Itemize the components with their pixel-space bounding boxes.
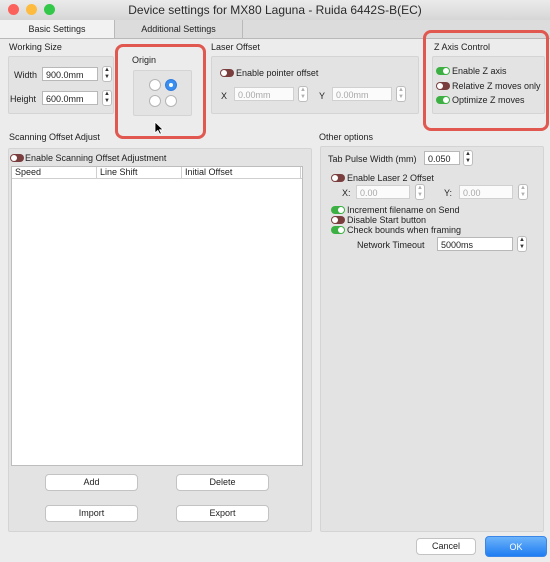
increment-filename-toggle[interactable] (331, 206, 345, 214)
table-header: Speed Line Shift Initial Offset (12, 167, 302, 179)
width-label: Width (14, 70, 38, 80)
other-options-panel (320, 146, 544, 532)
relative-z-label: Relative Z moves only (452, 81, 541, 91)
laser2-x-label: X: (342, 188, 351, 198)
network-timeout-label: Network Timeout (357, 240, 425, 250)
add-button[interactable]: Add (45, 474, 138, 491)
check-bounds-toggle[interactable] (331, 226, 345, 234)
offset-x-field[interactable]: 0.00mm (234, 87, 294, 101)
window-title: Device settings for MX80 Laguna - Ruida … (128, 3, 422, 17)
initial-offset-column-header[interactable]: Initial Offset (182, 167, 301, 178)
optimize-z-label: Optimize Z moves (452, 95, 525, 105)
tab-additional-settings[interactable]: Additional Settings (115, 20, 243, 38)
delete-button[interactable]: Delete (176, 474, 269, 491)
scanning-offset-toggle[interactable] (10, 154, 24, 162)
width-stepper[interactable]: ▲ ▼ (102, 66, 112, 82)
line-shift-column-header[interactable]: Line Shift (97, 167, 182, 178)
laser2-y-stepper[interactable]: ▲ ▼ (518, 184, 528, 200)
laser2-y-field[interactable]: 0.00 (459, 185, 513, 199)
enable-z-axis-toggle[interactable] (436, 67, 450, 75)
laser2-offset-label: Enable Laser 2 Offset (347, 173, 434, 183)
optimize-z-toggle[interactable] (436, 96, 450, 104)
laser-offset-title: Laser Offset (211, 42, 260, 52)
height-label: Height (10, 94, 37, 104)
height-stepper[interactable]: ▲ ▼ (102, 90, 112, 106)
offset-y-field[interactable]: 0.00mm (332, 87, 392, 101)
network-timeout-field[interactable]: 5000ms (437, 237, 513, 251)
origin-top-left-radio[interactable] (149, 79, 161, 91)
origin-title: Origin (132, 55, 157, 65)
relative-z-toggle[interactable] (436, 82, 450, 90)
speed-column-header[interactable]: Speed (12, 167, 97, 178)
scanning-title: Scanning Offset Adjust (9, 132, 100, 142)
height-field[interactable]: 600.0mm (42, 91, 98, 105)
laser2-offset-toggle[interactable] (331, 174, 345, 182)
pointer-offset-label: Enable pointer offset (236, 68, 319, 78)
offset-y-label: Y (319, 91, 326, 101)
import-button[interactable]: Import (45, 505, 138, 522)
offset-y-stepper[interactable]: ▲ ▼ (396, 86, 406, 102)
tab-pulse-field[interactable]: 0.050 (424, 151, 460, 165)
laser2-y-label: Y: (444, 188, 453, 198)
origin-top-right-radio[interactable] (165, 79, 177, 91)
offset-x-label: X (221, 91, 228, 101)
title-bar: Device settings for MX80 Laguna - Ruida … (0, 0, 550, 21)
width-field[interactable]: 900.0mm (42, 67, 98, 81)
disable-start-label: Disable Start button (347, 215, 427, 225)
laser2-x-stepper[interactable]: ▲ ▼ (415, 184, 425, 200)
other-options-title: Other options (319, 132, 374, 142)
increment-filename-label: Increment filename on Send (347, 205, 460, 215)
offset-x-stepper[interactable]: ▲ ▼ (298, 86, 308, 102)
z-axis-title: Z Axis Control (434, 42, 491, 52)
laser-offset-panel (211, 56, 419, 114)
disable-start-toggle[interactable] (331, 216, 345, 224)
working-size-title: Working Size (9, 42, 62, 52)
origin-panel (133, 70, 192, 116)
check-bounds-label: Check bounds when framing (347, 225, 462, 235)
pointer-offset-toggle[interactable] (220, 69, 234, 77)
origin-bottom-left-radio[interactable] (149, 95, 161, 107)
laser2-x-field[interactable]: 0.00 (356, 185, 410, 199)
export-button[interactable]: Export (176, 505, 269, 522)
ok-button[interactable]: OK (485, 536, 547, 557)
mouse-cursor-icon (154, 121, 164, 135)
tab-basic-settings[interactable]: Basic Settings (0, 20, 115, 38)
network-timeout-stepper[interactable]: ▲ ▼ (517, 236, 527, 252)
origin-bottom-right-radio[interactable] (165, 95, 177, 107)
tab-pulse-stepper[interactable]: ▲ ▼ (463, 150, 473, 166)
tab-pulse-label: Tab Pulse Width (mm) (328, 154, 417, 164)
cancel-button[interactable]: Cancel (416, 538, 476, 555)
enable-z-axis-label: Enable Z axis (452, 66, 507, 76)
scanning-offset-table[interactable]: Speed Line Shift Initial Offset (11, 166, 303, 466)
scanning-offset-label: Enable Scanning Offset Adjustment (25, 153, 167, 163)
